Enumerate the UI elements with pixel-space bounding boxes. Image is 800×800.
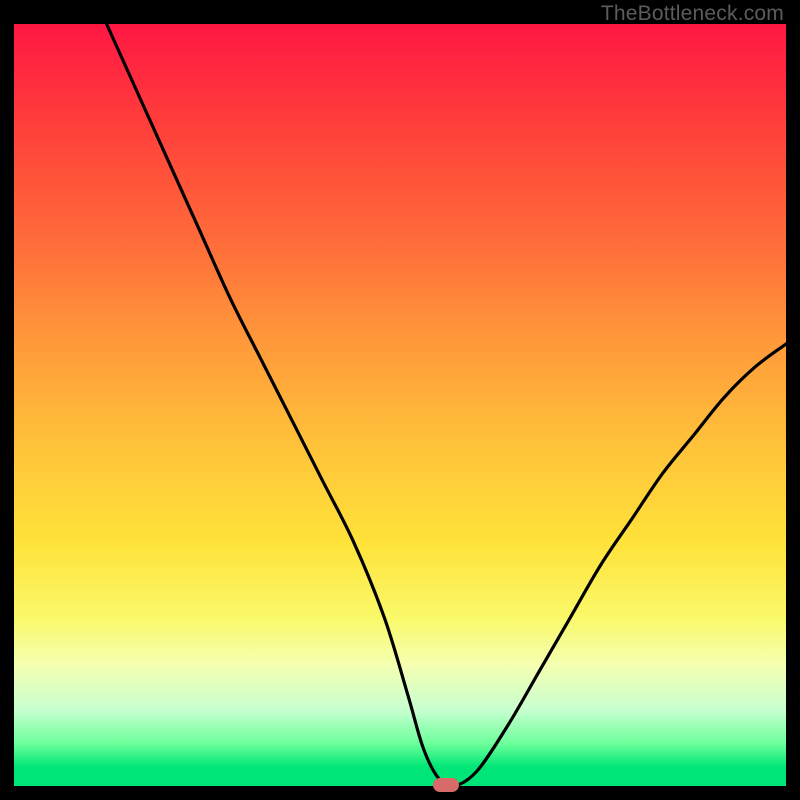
watermark-text: TheBottleneck.com — [601, 2, 784, 26]
bottleneck-curve — [107, 24, 786, 786]
curve-svg — [14, 24, 786, 786]
chart-plot-area — [14, 24, 786, 786]
chart-frame: TheBottleneck.com — [0, 0, 800, 800]
minimum-marker — [433, 778, 459, 792]
